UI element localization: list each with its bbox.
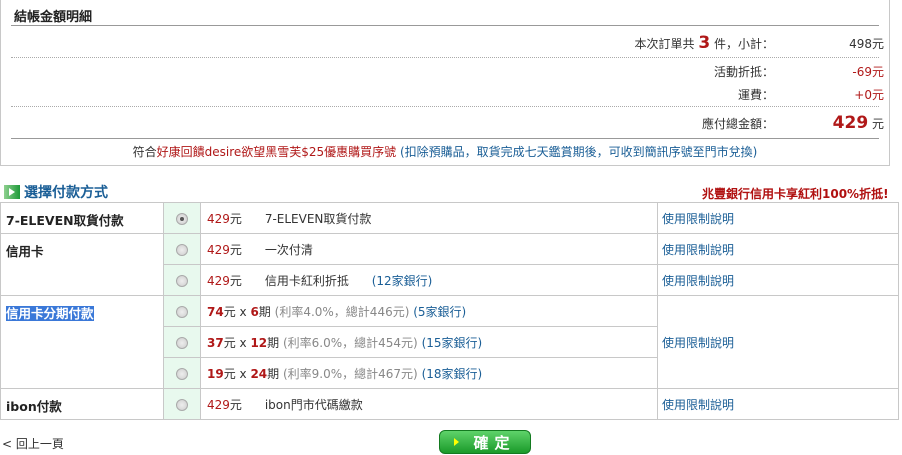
unit: 元 x bbox=[223, 366, 251, 381]
item-count: 3 bbox=[698, 33, 711, 53]
table-row: ibon付款 429元 ibon門市代碼繳款 使用限制說明 bbox=[0, 388, 899, 420]
amount: 429 bbox=[207, 211, 230, 226]
payment-methods-table: 7-ELEVEN取貨付款 429元 7-ELEVEN取貨付款 使用限制說明 信用… bbox=[0, 202, 899, 420]
amount: 74 bbox=[207, 304, 224, 319]
play-arrow-icon bbox=[4, 185, 20, 199]
banks-link[interactable]: (15家銀行) bbox=[422, 336, 483, 350]
discount-value: -69元 bbox=[852, 64, 884, 79]
divider bbox=[11, 106, 879, 107]
method-ibon: ibon付款 bbox=[0, 388, 164, 420]
discount-row: 活動折抵： -69元 bbox=[1, 62, 889, 80]
radio-installment-12[interactable] bbox=[176, 336, 188, 349]
rate: (利率4.0%，總計446元) bbox=[274, 304, 410, 319]
radio-7eleven[interactable] bbox=[176, 212, 188, 225]
amount: 429 bbox=[207, 242, 230, 257]
total-unit: 元 bbox=[871, 117, 884, 131]
banks-link[interactable]: (18家銀行) bbox=[422, 367, 483, 381]
summary-title: 結帳金額明細 bbox=[14, 10, 93, 25]
unit: 元 bbox=[229, 273, 242, 288]
back-link[interactable]: < 回上一頁 bbox=[2, 435, 64, 452]
table-row: 7-ELEVEN取貨付款 429元 7-ELEVEN取貨付款 使用限制說明 bbox=[0, 202, 899, 234]
arrow-icon bbox=[454, 438, 460, 446]
period-unit: 期 bbox=[267, 335, 280, 350]
subtotal-suffix: 件，小計： bbox=[713, 37, 774, 51]
period-unit: 期 bbox=[267, 366, 280, 381]
periods: 24 bbox=[250, 366, 268, 381]
divider bbox=[11, 25, 879, 26]
subtotal-row: 本次訂單共 3 件，小計： 498元 bbox=[1, 33, 889, 53]
amount: 37 bbox=[207, 335, 224, 350]
promo-highlight: 好康回饋desire欲望黑雪芙$25優惠購買序號 bbox=[156, 145, 397, 159]
desc: 一次付清 bbox=[264, 242, 313, 257]
checkout-summary: 結帳金額明細 本次訂單共 3 件，小計： 498元 活動折抵： -69元 運費：… bbox=[0, 0, 890, 166]
discount-label: 活動折抵： bbox=[713, 64, 774, 79]
period-unit: 期 bbox=[258, 304, 271, 319]
subtotal-prefix: 本次訂單共 bbox=[634, 37, 695, 51]
desc: ibon門市代碼繳款 bbox=[264, 397, 363, 412]
periods: 12 bbox=[250, 335, 268, 350]
banks-link[interactable]: (12家銀行) bbox=[372, 274, 433, 288]
usage-link[interactable]: 使用限制說明 bbox=[662, 274, 734, 288]
rate: (利率9.0%，總計467元) bbox=[282, 366, 418, 381]
promo-note: (扣除預購品，取貨完成七天鑑賞期後，可收到簡訊序號至門市兌換) bbox=[400, 145, 758, 159]
amount: 429 bbox=[207, 273, 230, 288]
banks-link[interactable]: (5家銀行) bbox=[413, 305, 466, 319]
divider bbox=[11, 138, 879, 139]
usage-link[interactable]: 使用限制說明 bbox=[662, 212, 734, 226]
total-row: 應付總金額： 429 元 bbox=[1, 113, 889, 133]
unit: 元 bbox=[229, 211, 242, 226]
shipping-row: 運費： +0元 bbox=[1, 85, 889, 103]
total-label: 應付總金額： bbox=[701, 116, 774, 131]
unit: 元 x bbox=[223, 304, 251, 319]
amount: 429 bbox=[207, 397, 230, 412]
desc: 信用卡紅利折抵 bbox=[264, 273, 349, 288]
radio-credit-bonus[interactable] bbox=[176, 274, 188, 287]
divider bbox=[11, 57, 879, 58]
usage-link[interactable]: 使用限制說明 bbox=[662, 243, 734, 257]
amount: 19 bbox=[207, 366, 224, 381]
method-7eleven: 7-ELEVEN取貨付款 bbox=[0, 202, 164, 234]
promo-text: 符合好康回饋desire欲望黑雪芙$25優惠購買序號 (扣除預購品，取貨完成七天… bbox=[1, 143, 889, 160]
radio-installment-6[interactable] bbox=[176, 305, 188, 318]
subtotal-value: 498元 bbox=[849, 36, 884, 51]
unit: 元 bbox=[229, 242, 242, 257]
method-installment: 信用卡分期付款 bbox=[6, 306, 94, 321]
unit: 元 x bbox=[223, 335, 251, 350]
radio-installment-24[interactable] bbox=[176, 367, 188, 380]
usage-link[interactable]: 使用限制說明 bbox=[662, 398, 734, 412]
payment-section-title: 選擇付款方式 bbox=[4, 182, 108, 202]
table-row: 信用卡 429元 一次付清 使用限制說明 bbox=[0, 233, 899, 296]
rate: (利率6.0%，總計454元) bbox=[282, 335, 418, 350]
payment-title: 選擇付款方式 bbox=[24, 185, 108, 201]
promo-prefix: 符合 bbox=[132, 145, 157, 159]
shipping-value: +0元 bbox=[854, 87, 884, 102]
desc: 7-ELEVEN取貨付款 bbox=[264, 211, 372, 226]
usage-link[interactable]: 使用限制說明 bbox=[662, 336, 734, 350]
bank-promo: 兆豐銀行信用卡享紅利100%折抵! bbox=[702, 187, 889, 201]
radio-credit-full[interactable] bbox=[176, 243, 188, 256]
confirm-button[interactable]: 確定 bbox=[439, 430, 531, 454]
confirm-label: 確定 bbox=[473, 433, 516, 452]
shipping-label: 運費： bbox=[737, 87, 774, 102]
periods: 6 bbox=[250, 304, 259, 319]
method-credit-card: 信用卡 bbox=[0, 233, 164, 296]
radio-ibon[interactable] bbox=[176, 398, 188, 411]
table-row: 信用卡分期付款 74元 x 6期 (利率4.0%，總計446元) (5家銀行) … bbox=[0, 295, 899, 389]
unit: 元 bbox=[229, 397, 242, 412]
total-value: 429 bbox=[832, 113, 869, 133]
